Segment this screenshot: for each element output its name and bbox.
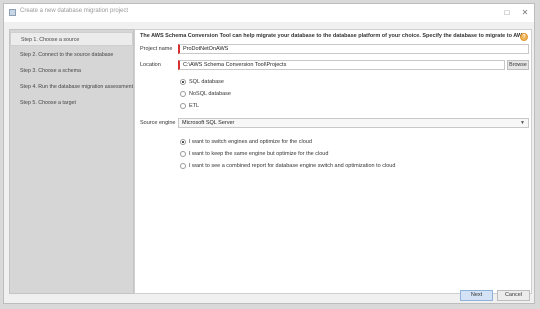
- radio-icon[interactable]: [180, 103, 186, 109]
- radio-label: ETL: [189, 103, 200, 109]
- sidebar-step-5[interactable]: Step 5. Choose a target: [10, 96, 133, 110]
- source-engine-select[interactable]: Microsoft SQL Server ▼: [178, 118, 529, 128]
- title-bar: Create a new database migration project …: [4, 4, 534, 22]
- radio-icon[interactable]: [180, 91, 186, 97]
- location-label: Location: [140, 62, 161, 68]
- app-icon: [9, 9, 16, 16]
- cancel-button[interactable]: Cancel: [497, 290, 530, 301]
- radio-label: I want to see a combined report for data…: [189, 163, 396, 169]
- radio-label: NoSQL database: [189, 91, 231, 97]
- sidebar-step-2[interactable]: Step 2. Connect to the source database: [10, 48, 133, 62]
- sidebar-step-1[interactable]: Step 1. Choose a source: [10, 32, 133, 46]
- radio-label: I want to switch engines and optimize fo…: [189, 139, 312, 145]
- radio-icon[interactable]: [180, 163, 186, 169]
- location-field[interactable]: C:\AWS Schema Conversion Tool\Projects: [178, 60, 505, 70]
- help-icon[interactable]: ?: [520, 33, 528, 41]
- browse-button[interactable]: Browse: [507, 60, 529, 70]
- step-label: Step 4. Run the database migration asses…: [20, 84, 134, 90]
- maximize-icon[interactable]: □: [500, 6, 514, 19]
- radio-label: I want to keep the same engine but optim…: [189, 151, 329, 157]
- window-title: Create a new database migration project: [20, 8, 129, 14]
- step-label: Step 1. Choose a source: [21, 37, 80, 43]
- chevron-down-icon: ▼: [520, 120, 525, 126]
- next-button[interactable]: Next: [460, 290, 493, 301]
- radio-selected-icon[interactable]: [180, 139, 186, 145]
- instruction-header: The AWS Schema Conversion Tool can help …: [140, 33, 528, 39]
- source-engine-value: Microsoft SQL Server: [182, 120, 235, 126]
- step-label: Step 3. Choose a schema: [20, 68, 81, 74]
- project-name-label: Project name: [140, 46, 173, 52]
- sidebar-step-3[interactable]: Step 3. Choose a schema: [10, 64, 133, 78]
- radio-icon[interactable]: [180, 151, 186, 157]
- step-label: Step 5. Choose a target: [20, 100, 76, 106]
- dialog-window: Create a new database migration project …: [3, 3, 535, 304]
- source-engine-label: Source engine: [140, 120, 176, 126]
- steps-sidebar: Step 1. Choose a source Step 2. Connect …: [9, 29, 134, 294]
- close-icon[interactable]: ✕: [518, 6, 532, 19]
- main-panel: The AWS Schema Conversion Tool can help …: [134, 29, 532, 294]
- sidebar-step-4[interactable]: Step 4. Run the database migration asses…: [10, 80, 133, 94]
- step-label: Step 2. Connect to the source database: [20, 52, 114, 58]
- project-name-field[interactable]: ProDotNetOnAWS: [178, 44, 529, 54]
- radio-label: SQL database: [189, 79, 224, 85]
- radio-selected-icon[interactable]: [180, 79, 186, 85]
